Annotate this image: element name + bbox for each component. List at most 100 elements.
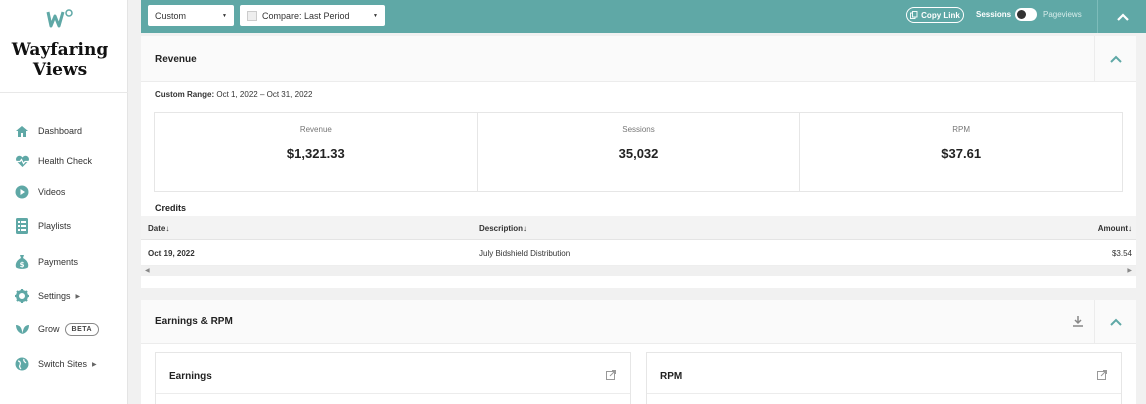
- stat-sessions: Sessions 35,032: [478, 113, 801, 191]
- stat-revenue: Revenue $1,321.33: [155, 113, 478, 191]
- chevron-up-icon: [1117, 12, 1129, 21]
- external-link-icon[interactable]: [1097, 367, 1107, 385]
- cell-date: Oct 19, 2022: [148, 249, 195, 258]
- brand-name-line1: Wayfaring: [11, 40, 109, 60]
- cell-amount: $3.54: [1111, 249, 1132, 258]
- compare-select[interactable]: Compare: Last Period ▼: [240, 5, 385, 26]
- stat-rpm: RPM $37.61: [800, 113, 1122, 191]
- list-icon: [14, 218, 30, 234]
- revenue-stats: Revenue $1,321.33 Sessions 35,032 RPM $3…: [154, 112, 1123, 192]
- sidebar-item-label: Health Check: [38, 156, 93, 166]
- stat-label: RPM: [952, 125, 971, 134]
- earnings-panel-header: Earnings & RPM: [141, 300, 1136, 344]
- column-header-label: Amount: [1097, 224, 1128, 233]
- gear-icon: [14, 288, 30, 304]
- earnings-chart-title: Earnings: [169, 371, 212, 382]
- card-divider: [647, 393, 1121, 394]
- table-header: Date↓ Description↓ Amount↓: [141, 216, 1136, 240]
- custom-range-label: Custom Range:: [155, 90, 215, 99]
- sidebar-item-grow[interactable]: Grow BETA: [14, 319, 100, 339]
- sidebar-item-label: Grow: [38, 324, 60, 334]
- svg-text:$: $: [20, 261, 25, 269]
- external-link-icon[interactable]: [606, 367, 616, 385]
- revenue-panel-header: Revenue: [141, 36, 1136, 82]
- stat-value: $37.61: [941, 146, 982, 161]
- brand-name-line2: Views: [32, 60, 88, 80]
- compare-color-swatch: [247, 10, 257, 21]
- caret-right-icon: ▶: [92, 361, 97, 368]
- sidebar-item-label: Switch Sites: [38, 359, 88, 369]
- stat-value: $1,321.33: [286, 146, 345, 161]
- credits-title: Credits: [155, 203, 187, 213]
- rpm-chart-title: RPM: [660, 371, 683, 382]
- column-header-label: Description: [479, 224, 524, 233]
- sidebar-item-label: Videos: [38, 187, 66, 197]
- sidebar-divider: [0, 92, 128, 93]
- stat-label: Revenue: [299, 125, 332, 134]
- stat-label: Sessions: [622, 125, 655, 134]
- download-icon[interactable]: [1072, 314, 1084, 332]
- sidebar-item-videos[interactable]: Videos: [14, 182, 65, 202]
- chevron-up-icon: [1109, 318, 1122, 326]
- earnings-chart-card: Earnings: [155, 352, 631, 404]
- copy-link-label: Copy Link: [921, 10, 960, 20]
- sessions-pageviews-toggle[interactable]: [1015, 8, 1037, 21]
- column-header-date[interactable]: Date↓: [148, 224, 169, 233]
- horizontal-scrollbar[interactable]: ◀ ▶: [141, 266, 1136, 276]
- sidebar-item-settings[interactable]: Settings ▶: [14, 286, 80, 306]
- dropdown-arrow-icon: ▼: [222, 13, 227, 19]
- toggle-label-pageviews: Pageviews: [1043, 10, 1082, 19]
- sort-arrow-icon: ↓: [1128, 224, 1132, 233]
- compare-value: Compare: Last Period: [262, 10, 350, 21]
- scroll-left-icon[interactable]: ◀: [145, 267, 150, 274]
- scroll-right-icon[interactable]: ▶: [1127, 267, 1132, 274]
- sidebar-item-health-check[interactable]: Health Check: [14, 151, 92, 171]
- home-icon: [14, 123, 30, 139]
- brand-name: Wayfaring Views: [0, 40, 120, 80]
- chevron-up-icon: [1109, 55, 1122, 63]
- rpm-chart-card: RPM: [646, 352, 1122, 404]
- sidebar-item-payments[interactable]: $ Payments: [14, 252, 78, 272]
- column-header-label: Date: [148, 224, 166, 233]
- revenue-collapse-button[interactable]: [1094, 36, 1136, 82]
- column-header-description[interactable]: Description↓: [479, 224, 527, 233]
- sidebar-item-label: Settings: [38, 291, 71, 301]
- sort-arrow-icon: ↓: [165, 224, 170, 233]
- sidebar-item-label: Dashboard: [38, 126, 83, 136]
- top-filter-bar: Custom ▼ Compare: Last Period ▼ Copy Lin…: [141, 0, 1146, 33]
- sidebar-item-switch-sites[interactable]: Switch Sites ▶: [14, 354, 97, 374]
- collapse-filters-button[interactable]: [1097, 0, 1146, 33]
- earnings-panel-title: Earnings & RPM: [155, 316, 233, 327]
- caret-right-icon: ▶: [75, 293, 81, 300]
- stat-value: 35,032: [618, 146, 659, 161]
- money-bag-icon: $: [14, 254, 30, 270]
- copy-icon: [910, 11, 918, 19]
- play-icon: [14, 184, 30, 200]
- toggle-label-sessions: Sessions: [976, 10, 1012, 19]
- sidebar-item-dashboard[interactable]: Dashboard: [14, 121, 82, 141]
- custom-range-value: Oct 1, 2022 – Oct 31, 2022: [216, 90, 313, 99]
- earnings-panel: Earnings & RPM Earnings RPM: [141, 300, 1136, 404]
- sort-arrow-icon: ↓: [523, 224, 528, 233]
- date-range-value: Custom: [155, 10, 187, 21]
- table-row: Oct 19, 2022 July Bidshield Distribution…: [141, 240, 1136, 266]
- dropdown-arrow-icon: ▼: [373, 13, 378, 19]
- date-range-select[interactable]: Custom ▼: [148, 5, 234, 26]
- revenue-panel-title: Revenue: [155, 54, 197, 65]
- copy-link-button[interactable]: Copy Link: [906, 7, 964, 23]
- cell-description: July Bidshield Distribution: [479, 249, 571, 258]
- beta-badge: BETA: [64, 322, 100, 336]
- sidebar: Wayfaring Views Dashboard Health Check V…: [0, 0, 128, 404]
- credits-table: Date↓ Description↓ Amount↓ Oct 19, 2022 …: [141, 216, 1136, 276]
- globe-icon: [14, 356, 30, 372]
- custom-range: Custom Range: Oct 1, 2022 – Oct 31, 2022: [155, 90, 312, 99]
- heartbeat-icon: [14, 153, 30, 169]
- earnings-collapse-button[interactable]: [1094, 300, 1136, 344]
- sidebar-item-playlists[interactable]: Playlists: [14, 216, 71, 236]
- mv-logo-icon[interactable]: [45, 8, 75, 30]
- column-header-amount[interactable]: Amount↓: [1098, 224, 1132, 233]
- card-divider: [156, 393, 630, 394]
- sidebar-item-label: Payments: [38, 257, 79, 267]
- sidebar-item-label: Playlists: [38, 221, 72, 231]
- toggle-knob: [1017, 10, 1026, 19]
